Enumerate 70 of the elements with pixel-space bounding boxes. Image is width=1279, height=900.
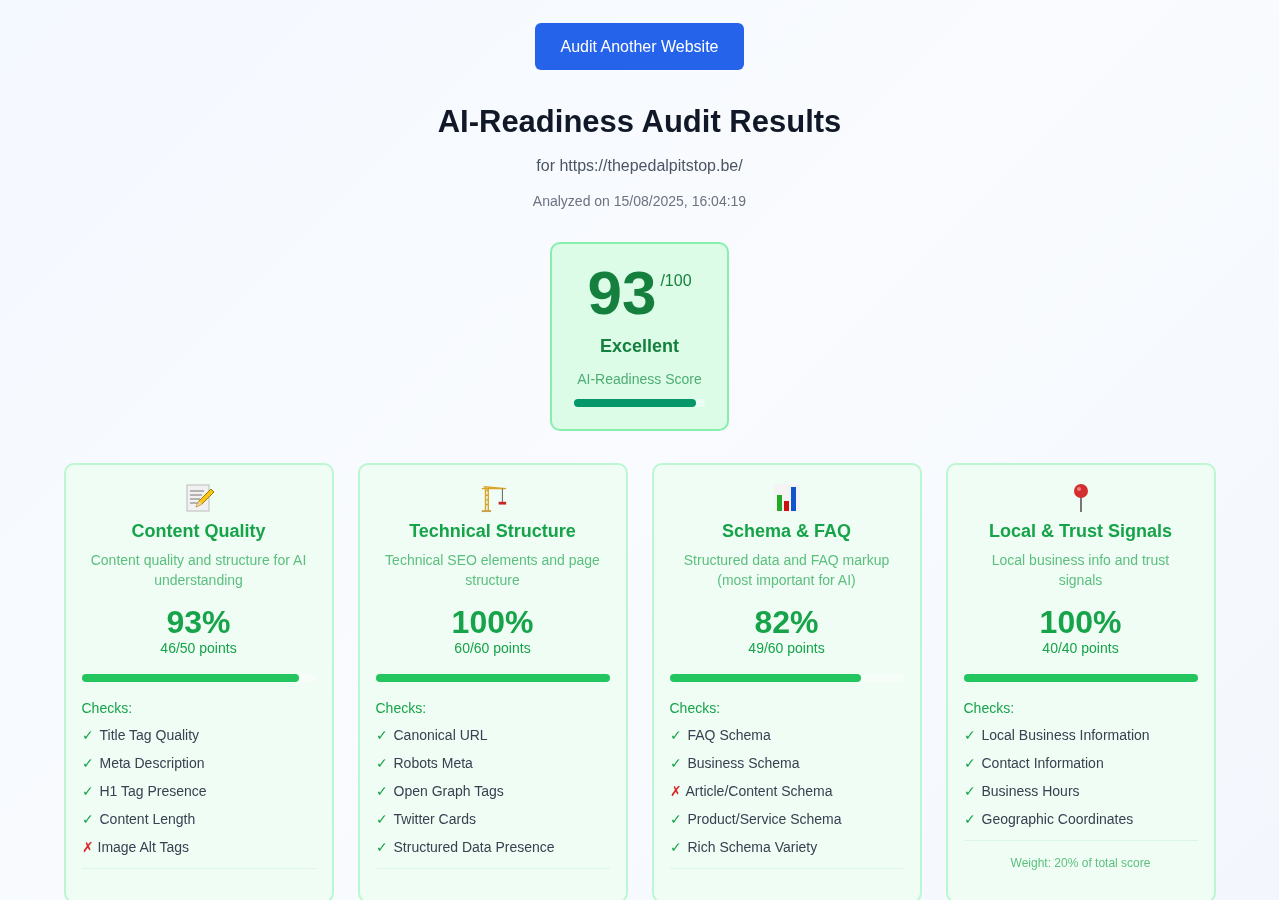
site-url: for https://thepedalpitstop.be/ — [536, 157, 743, 175]
check-label: Canonical URL — [393, 727, 488, 743]
check-mark: ✓ — [963, 811, 974, 827]
audit-button[interactable]: Audit Another Website — [535, 23, 744, 70]
check-label: Business Schema — [687, 755, 800, 771]
check-label: Article/Content Schema — [685, 783, 833, 799]
check-label: Rich Schema Variety — [687, 839, 818, 855]
check-mark: ✓ — [669, 727, 680, 743]
check-label: H1 Tag Presence — [99, 783, 207, 799]
category-points: 40/40 points — [1042, 640, 1119, 656]
checks-heading: Checks: — [81, 700, 134, 716]
analyzed-date: Analyzed on 15/08/2025, 16:04:19 — [532, 193, 747, 209]
category-percent: 100% — [1039, 604, 1122, 640]
check-label: Product/Service Schema — [687, 811, 842, 827]
check-mark: ✓ — [963, 783, 974, 799]
check-label: Image Alt Tags — [97, 839, 190, 855]
category-description: Content quality and structure for AI understanding — [89, 551, 308, 590]
category-percent: 82% — [754, 604, 819, 640]
category-title: Schema & FAQ — [721, 521, 851, 542]
category-points: 49/60 points — [748, 640, 825, 656]
check-label: Robots Meta — [393, 755, 473, 771]
category-percent: 100% — [451, 604, 534, 640]
check-mark: ✓ — [81, 811, 92, 827]
category-title: Technical Structure — [409, 521, 576, 542]
notepad-pencil-icon — [183, 483, 214, 513]
check-label: FAQ Schema — [687, 727, 771, 743]
category-percent: 93% — [166, 604, 231, 640]
weight-note: Weight: 20% of total score — [1010, 856, 1151, 870]
score-caption: AI-Readiness Score — [577, 371, 702, 387]
check-label: Geographic Coordinates — [981, 811, 1134, 827]
cross-mark: ✗ — [81, 839, 90, 855]
check-mark: ✓ — [375, 839, 386, 855]
check-mark: ✓ — [81, 755, 92, 771]
check-label: Contact Information — [981, 755, 1104, 771]
check-mark: ✓ — [375, 727, 386, 743]
check-mark: ✓ — [669, 811, 680, 827]
score-max: /100 — [660, 272, 692, 290]
category-description: Technical SEO elements and page structure — [384, 551, 601, 590]
check-label: Twitter Cards — [393, 811, 476, 827]
check-mark: ✓ — [963, 727, 974, 743]
check-label: Local Business Information — [981, 727, 1150, 743]
checks-heading: Checks: — [375, 700, 428, 716]
check-label: Content Length — [99, 811, 196, 827]
score-rating: Excellent — [599, 336, 679, 357]
check-mark: ✓ — [81, 783, 92, 799]
check-label: Open Graph Tags — [393, 783, 504, 799]
check-label: Business Hours — [981, 783, 1080, 799]
page-title: AI-Readiness Audit Results — [437, 103, 842, 141]
check-mark: ✓ — [375, 811, 386, 827]
check-mark: ✓ — [375, 783, 386, 799]
check-mark: ✓ — [669, 839, 680, 855]
checks-heading: Checks: — [669, 700, 722, 716]
checks-heading: Checks: — [963, 700, 1016, 716]
score-value: 93 — [587, 262, 657, 324]
check-mark: ✓ — [963, 755, 974, 771]
category-points: 60/60 points — [454, 640, 531, 656]
check-label: Title Tag Quality — [99, 727, 200, 743]
check-mark: ✓ — [669, 755, 680, 771]
category-title: Local & Trust Signals — [988, 521, 1172, 542]
category-description: Structured data and FAQ markup (most important for AI) — [682, 551, 891, 590]
pushpin-icon — [1071, 483, 1090, 513]
check-mark: ✓ — [81, 727, 92, 743]
category-description: Local business info and trust signals — [990, 551, 1171, 590]
category-title: Content Quality — [131, 521, 266, 542]
check-label: Structured Data Presence — [393, 839, 555, 855]
check-label: Meta Description — [99, 755, 205, 771]
cross-mark: ✗ — [669, 783, 678, 799]
bar-chart-icon — [772, 483, 801, 513]
category-points: 46/50 points — [160, 640, 237, 656]
check-mark: ✓ — [375, 755, 386, 771]
